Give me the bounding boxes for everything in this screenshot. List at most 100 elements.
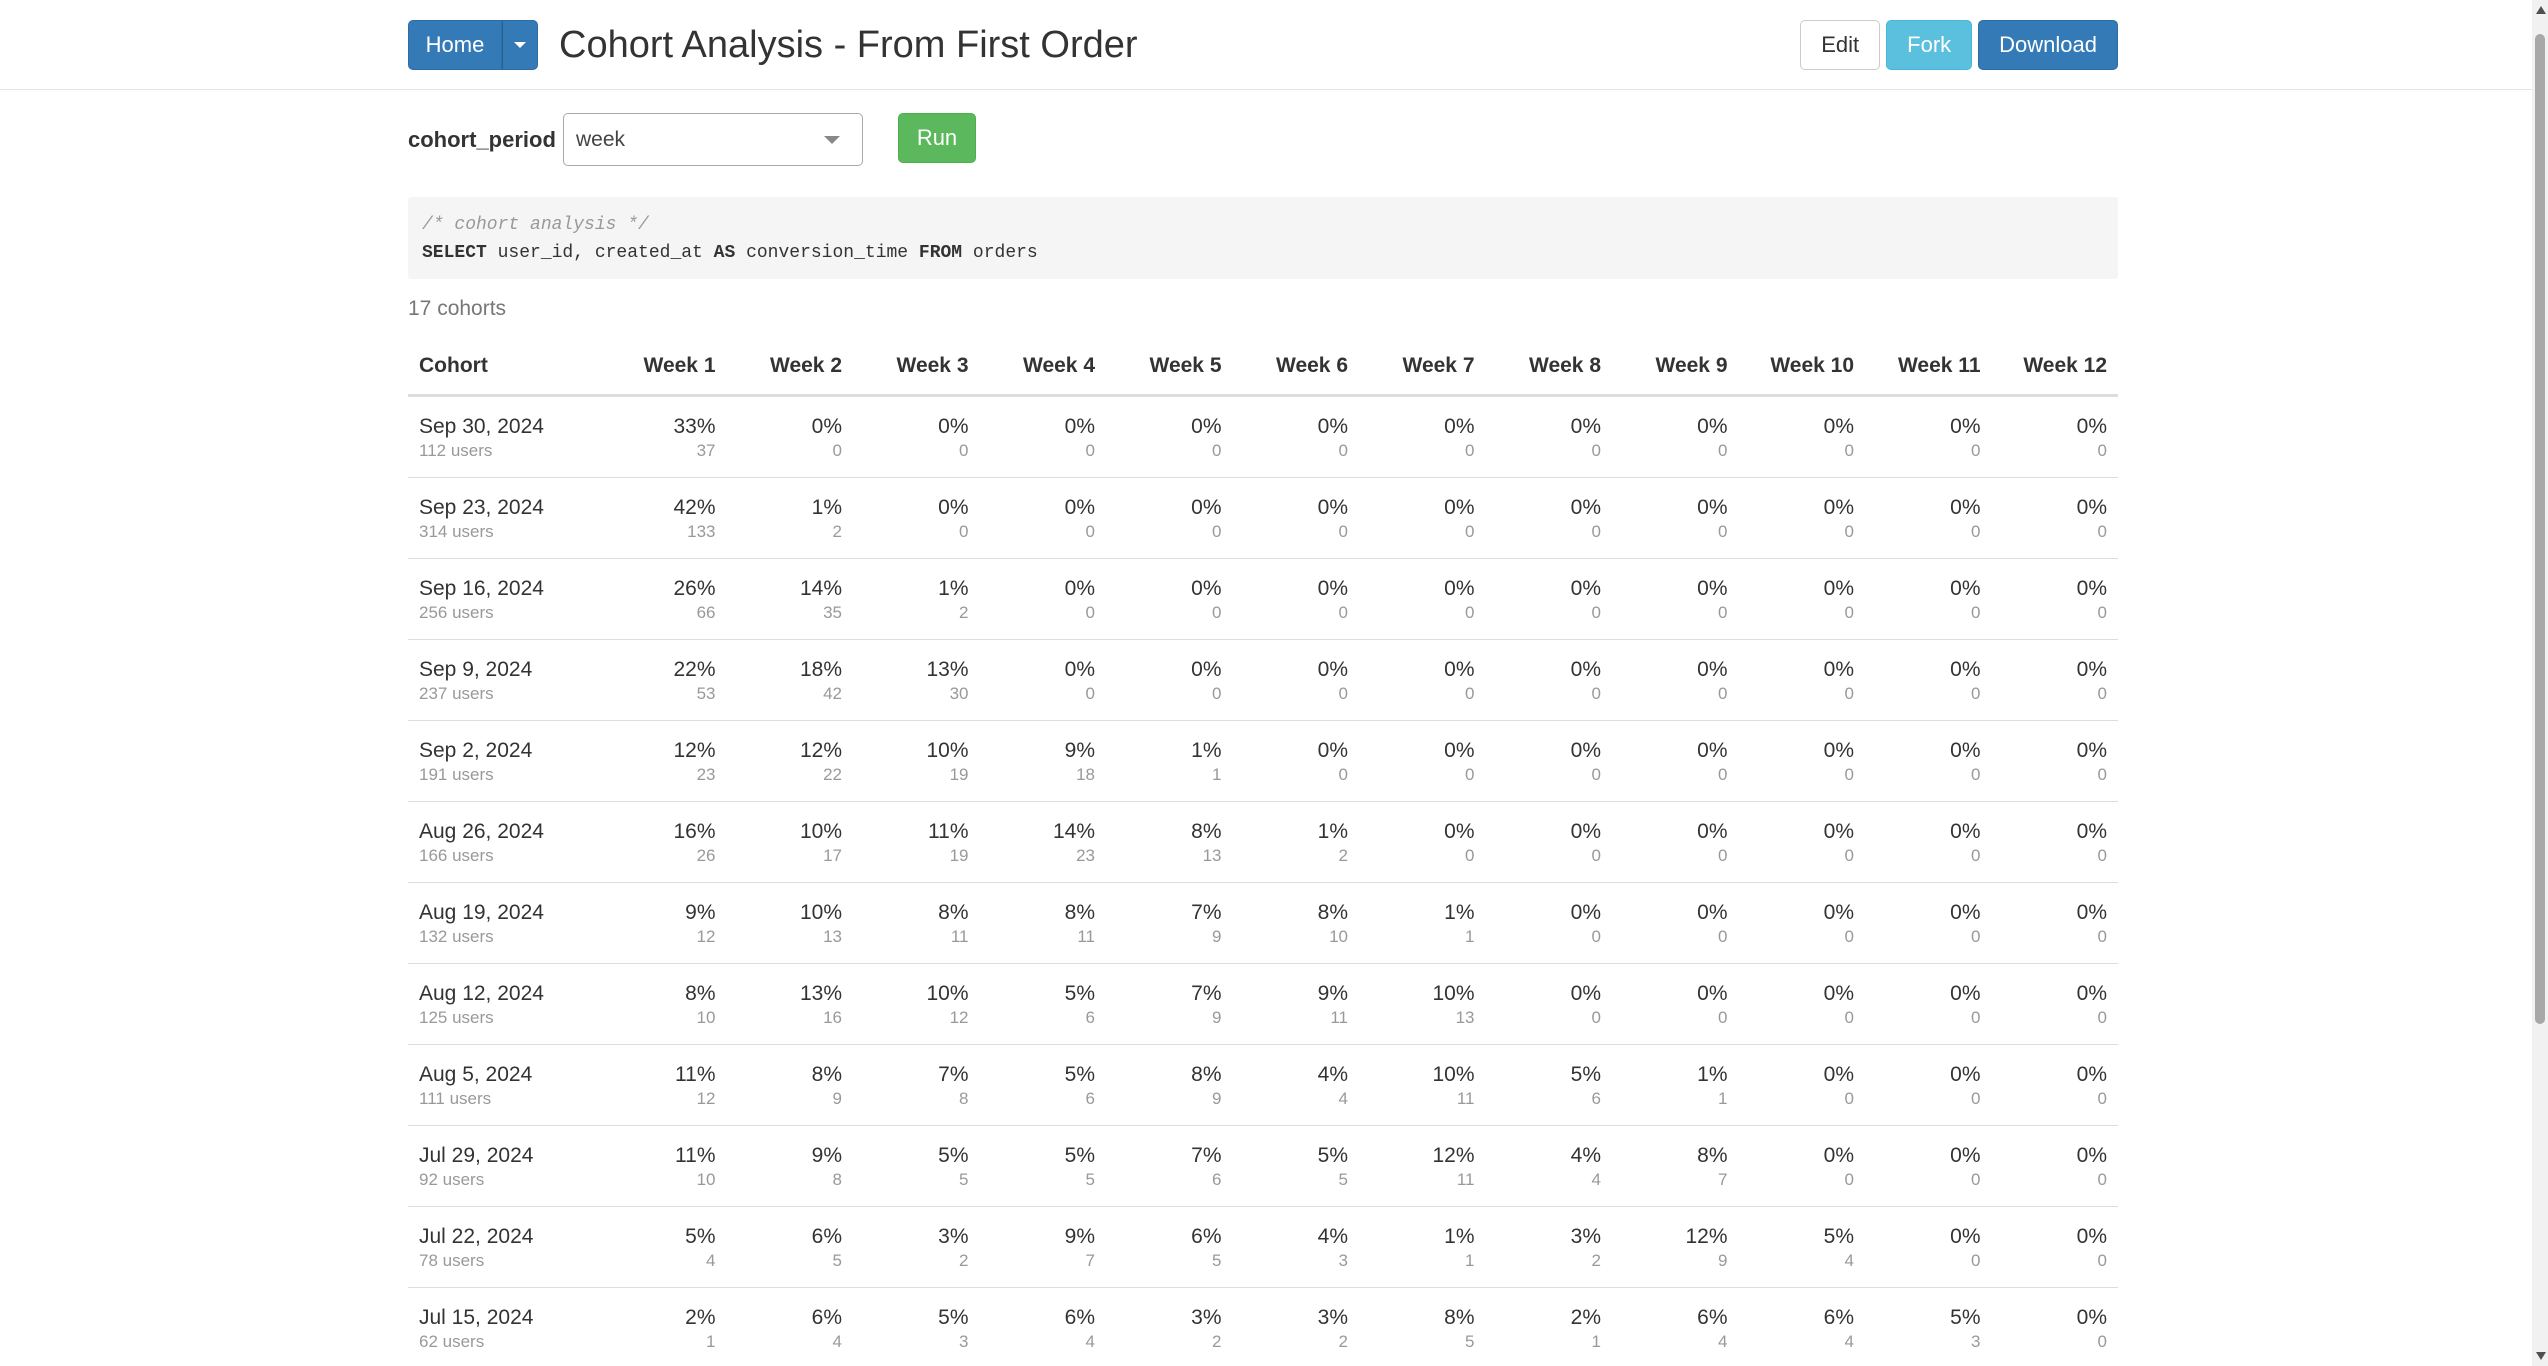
retention-count: 2 bbox=[959, 1250, 969, 1270]
retention-count: 0 bbox=[959, 521, 969, 541]
cohort-period-select[interactable]: week bbox=[563, 113, 863, 166]
retention-cell: 0% 0 bbox=[1612, 477, 1739, 559]
cohort-user-count: 132 users bbox=[419, 926, 494, 946]
retention-percent: 0% bbox=[1950, 657, 1981, 681]
retention-count: 16 bbox=[823, 1007, 842, 1027]
retention-count: 0 bbox=[2097, 1250, 2107, 1270]
cohort-cell: Aug 19, 2024 132 users bbox=[408, 882, 600, 964]
retention-cell: 0% 0 bbox=[1359, 639, 1486, 721]
retention-count: 2 bbox=[1338, 1331, 1348, 1351]
retention-cell: 6% 5 bbox=[726, 1206, 853, 1288]
retention-percent: 0% bbox=[2076, 1305, 2107, 1329]
cohort-user-count: 256 users bbox=[419, 602, 494, 622]
retention-percent: 0% bbox=[1191, 576, 1222, 600]
column-header-week-1: Week 1 bbox=[600, 338, 727, 397]
cohort-date: Jul 15, 2024 bbox=[419, 1305, 534, 1329]
download-button[interactable]: Download bbox=[1978, 20, 2118, 70]
retention-count: 0 bbox=[1591, 440, 1601, 460]
retention-percent: 0% bbox=[1950, 738, 1981, 762]
retention-percent: 5% bbox=[1064, 1062, 1095, 1086]
retention-count: 0 bbox=[2097, 602, 2107, 622]
retention-cell: 0% 0 bbox=[1991, 395, 2118, 478]
retention-percent: 12% bbox=[1685, 1224, 1728, 1248]
retention-percent: 8% bbox=[1444, 1305, 1475, 1329]
retention-count: 0 bbox=[1844, 1088, 1854, 1108]
retention-count: 0 bbox=[2097, 521, 2107, 541]
retention-count: 1 bbox=[1465, 1250, 1475, 1270]
retention-percent: 0% bbox=[2076, 1224, 2107, 1248]
retention-cell: 0% 0 bbox=[1738, 639, 1865, 721]
retention-count: 22 bbox=[823, 764, 842, 784]
retention-percent: 5% bbox=[1064, 981, 1095, 1005]
retention-percent: 1% bbox=[1697, 1062, 1728, 1086]
retention-count: 0 bbox=[959, 440, 969, 460]
retention-cell: 0% 0 bbox=[1991, 1206, 2118, 1288]
retention-percent: 0% bbox=[2076, 900, 2107, 924]
retention-cell: 10% 17 bbox=[726, 801, 853, 883]
retention-cell: 9% 18 bbox=[979, 720, 1106, 802]
retention-count: 0 bbox=[1844, 845, 1854, 865]
retention-cell: 0% 0 bbox=[1738, 1044, 1865, 1126]
retention-cell: 0% 0 bbox=[1738, 720, 1865, 802]
retention-count: 0 bbox=[1971, 764, 1981, 784]
retention-percent: 1% bbox=[1444, 1224, 1475, 1248]
retention-count: 0 bbox=[2097, 1007, 2107, 1027]
retention-count: 5 bbox=[1212, 1250, 1222, 1270]
retention-cell: 6% 5 bbox=[1106, 1206, 1233, 1288]
table-row: Aug 26, 2024 166 users 16% 26 10% 17 11% 19 14% 2… bbox=[408, 801, 2118, 883]
retention-percent: 3% bbox=[938, 1224, 969, 1248]
retention-percent: 0% bbox=[1697, 900, 1728, 924]
retention-percent: 9% bbox=[811, 1143, 842, 1167]
retention-cell: 0% 0 bbox=[726, 395, 853, 478]
fork-button[interactable]: Fork bbox=[1886, 20, 1973, 70]
retention-count: 0 bbox=[1971, 845, 1981, 865]
home-dropdown-toggle[interactable] bbox=[502, 20, 538, 70]
retention-cell: 0% 0 bbox=[853, 395, 980, 478]
sql-keyword-from: FROM bbox=[918, 243, 963, 263]
retention-count: 7 bbox=[1718, 1169, 1728, 1189]
retention-percent: 13% bbox=[926, 657, 969, 681]
vertical-scrollbar[interactable] bbox=[2532, 0, 2548, 1366]
cohort-cell: Aug 26, 2024 166 users bbox=[408, 801, 600, 883]
retention-cell: 6% 4 bbox=[1612, 1287, 1739, 1366]
retention-cell: 0% 0 bbox=[1991, 1287, 2118, 1366]
retention-count: 11 bbox=[1077, 926, 1095, 946]
home-button[interactable]: Home bbox=[408, 20, 502, 70]
column-header-week-6: Week 6 bbox=[1232, 338, 1359, 397]
retention-percent: 0% bbox=[1570, 981, 1601, 1005]
edit-button[interactable]: Edit bbox=[1800, 20, 1881, 70]
retention-count: 18 bbox=[1076, 764, 1095, 784]
retention-count: 0 bbox=[1338, 683, 1348, 703]
retention-count: 0 bbox=[1844, 521, 1854, 541]
retention-percent: 0% bbox=[2076, 1062, 2107, 1086]
retention-cell: 0% 0 bbox=[1738, 963, 1865, 1045]
retention-count: 0 bbox=[1591, 926, 1601, 946]
retention-percent: 0% bbox=[1570, 657, 1601, 681]
scroll-up-arrow-icon[interactable] bbox=[2536, 6, 2546, 14]
retention-count: 2 bbox=[1591, 1250, 1601, 1270]
retention-percent: 18% bbox=[799, 657, 842, 681]
header-actions: Edit Fork Download bbox=[1800, 20, 2118, 70]
run-button[interactable]: Run bbox=[898, 113, 976, 163]
retention-cell: 3% 2 bbox=[1106, 1287, 1233, 1366]
scrollbar-thumb[interactable] bbox=[2535, 34, 2545, 1024]
retention-cell: 1% 2 bbox=[853, 558, 980, 640]
retention-cell: 14% 35 bbox=[726, 558, 853, 640]
retention-percent: 0% bbox=[2076, 576, 2107, 600]
retention-count: 0 bbox=[1971, 440, 1981, 460]
retention-count: 3 bbox=[1338, 1250, 1348, 1270]
scroll-down-arrow-icon[interactable] bbox=[2536, 1352, 2546, 1360]
retention-percent: 0% bbox=[1317, 738, 1348, 762]
retention-cell: 8% 13 bbox=[1106, 801, 1233, 883]
retention-percent: 8% bbox=[1317, 900, 1348, 924]
retention-cell: 0% 0 bbox=[1865, 558, 1992, 640]
retention-percent: 0% bbox=[1697, 819, 1728, 843]
retention-cell: 0% 0 bbox=[1232, 639, 1359, 721]
retention-percent: 6% bbox=[1191, 1224, 1222, 1248]
retention-cell: 7% 8 bbox=[853, 1044, 980, 1126]
retention-cell: 11% 19 bbox=[853, 801, 980, 883]
retention-count: 1 bbox=[706, 1331, 716, 1351]
retention-percent: 0% bbox=[1191, 495, 1222, 519]
sql-keyword-select: SELECT bbox=[422, 243, 487, 263]
column-header-week-5: Week 5 bbox=[1106, 338, 1233, 397]
